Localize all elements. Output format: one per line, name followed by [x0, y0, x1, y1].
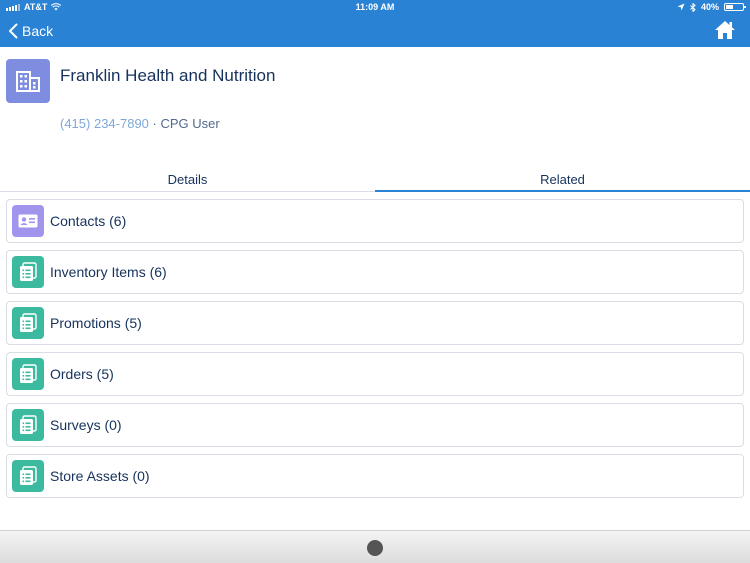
related-item-label: Orders (5)	[50, 366, 114, 382]
list-icon	[12, 409, 44, 441]
related-item-inventory-items[interactable]: Inventory Items (6)	[6, 250, 744, 294]
related-item-label: Inventory Items (6)	[50, 264, 167, 280]
list-icon	[12, 358, 44, 390]
status-bar: AT&T 11:09 AM 40%	[0, 0, 750, 14]
list-icon	[12, 256, 44, 288]
related-item-contacts[interactable]: Contacts (6)	[6, 199, 744, 243]
list-icon	[12, 460, 44, 492]
back-button-label: Back	[22, 23, 54, 39]
status-time: 11:09 AM	[355, 2, 395, 12]
related-item-label: Promotions (5)	[50, 315, 142, 331]
related-item-label: Contacts (6)	[50, 213, 127, 229]
battery-percent: 40%	[700, 2, 719, 12]
bluetooth-icon	[690, 2, 696, 12]
related-item-label: Store Assets (0)	[50, 468, 150, 484]
related-item-surveys[interactable]: Surveys (0)	[6, 403, 744, 447]
record-subtitle: (415) 234-7890 · CPG User	[60, 116, 220, 131]
related-item-promotions[interactable]: Promotions (5)	[6, 301, 744, 345]
record-role: CPG User	[160, 116, 220, 131]
record-tabs: Details Related	[0, 170, 750, 192]
assistive-touch-button[interactable]	[367, 540, 383, 556]
tab-details[interactable]: Details	[0, 170, 375, 192]
list-icon	[12, 307, 44, 339]
tab-related[interactable]: Related	[375, 170, 750, 192]
back-button[interactable]: Back	[8, 20, 53, 42]
location-arrow-icon	[677, 3, 685, 11]
building-icon	[16, 71, 40, 92]
subtitle-separator: ·	[152, 116, 157, 131]
status-right: 40%	[677, 2, 746, 12]
account-icon	[6, 59, 50, 103]
bottom-bar	[0, 530, 750, 563]
contact-card-icon	[12, 205, 44, 237]
chevron-left-icon	[9, 23, 18, 39]
battery-icon	[724, 3, 746, 11]
related-item-orders[interactable]: Orders (5)	[6, 352, 744, 396]
top-navigation-bar: AT&T 11:09 AM 40% Back	[0, 0, 750, 47]
record-title: Franklin Health and Nutrition	[60, 66, 276, 85]
phone-link[interactable]: (415) 234-7890	[60, 116, 149, 131]
home-icon[interactable]	[714, 19, 736, 41]
related-item-label: Surveys (0)	[50, 417, 122, 433]
related-item-store-assets[interactable]: Store Assets (0)	[6, 454, 744, 498]
